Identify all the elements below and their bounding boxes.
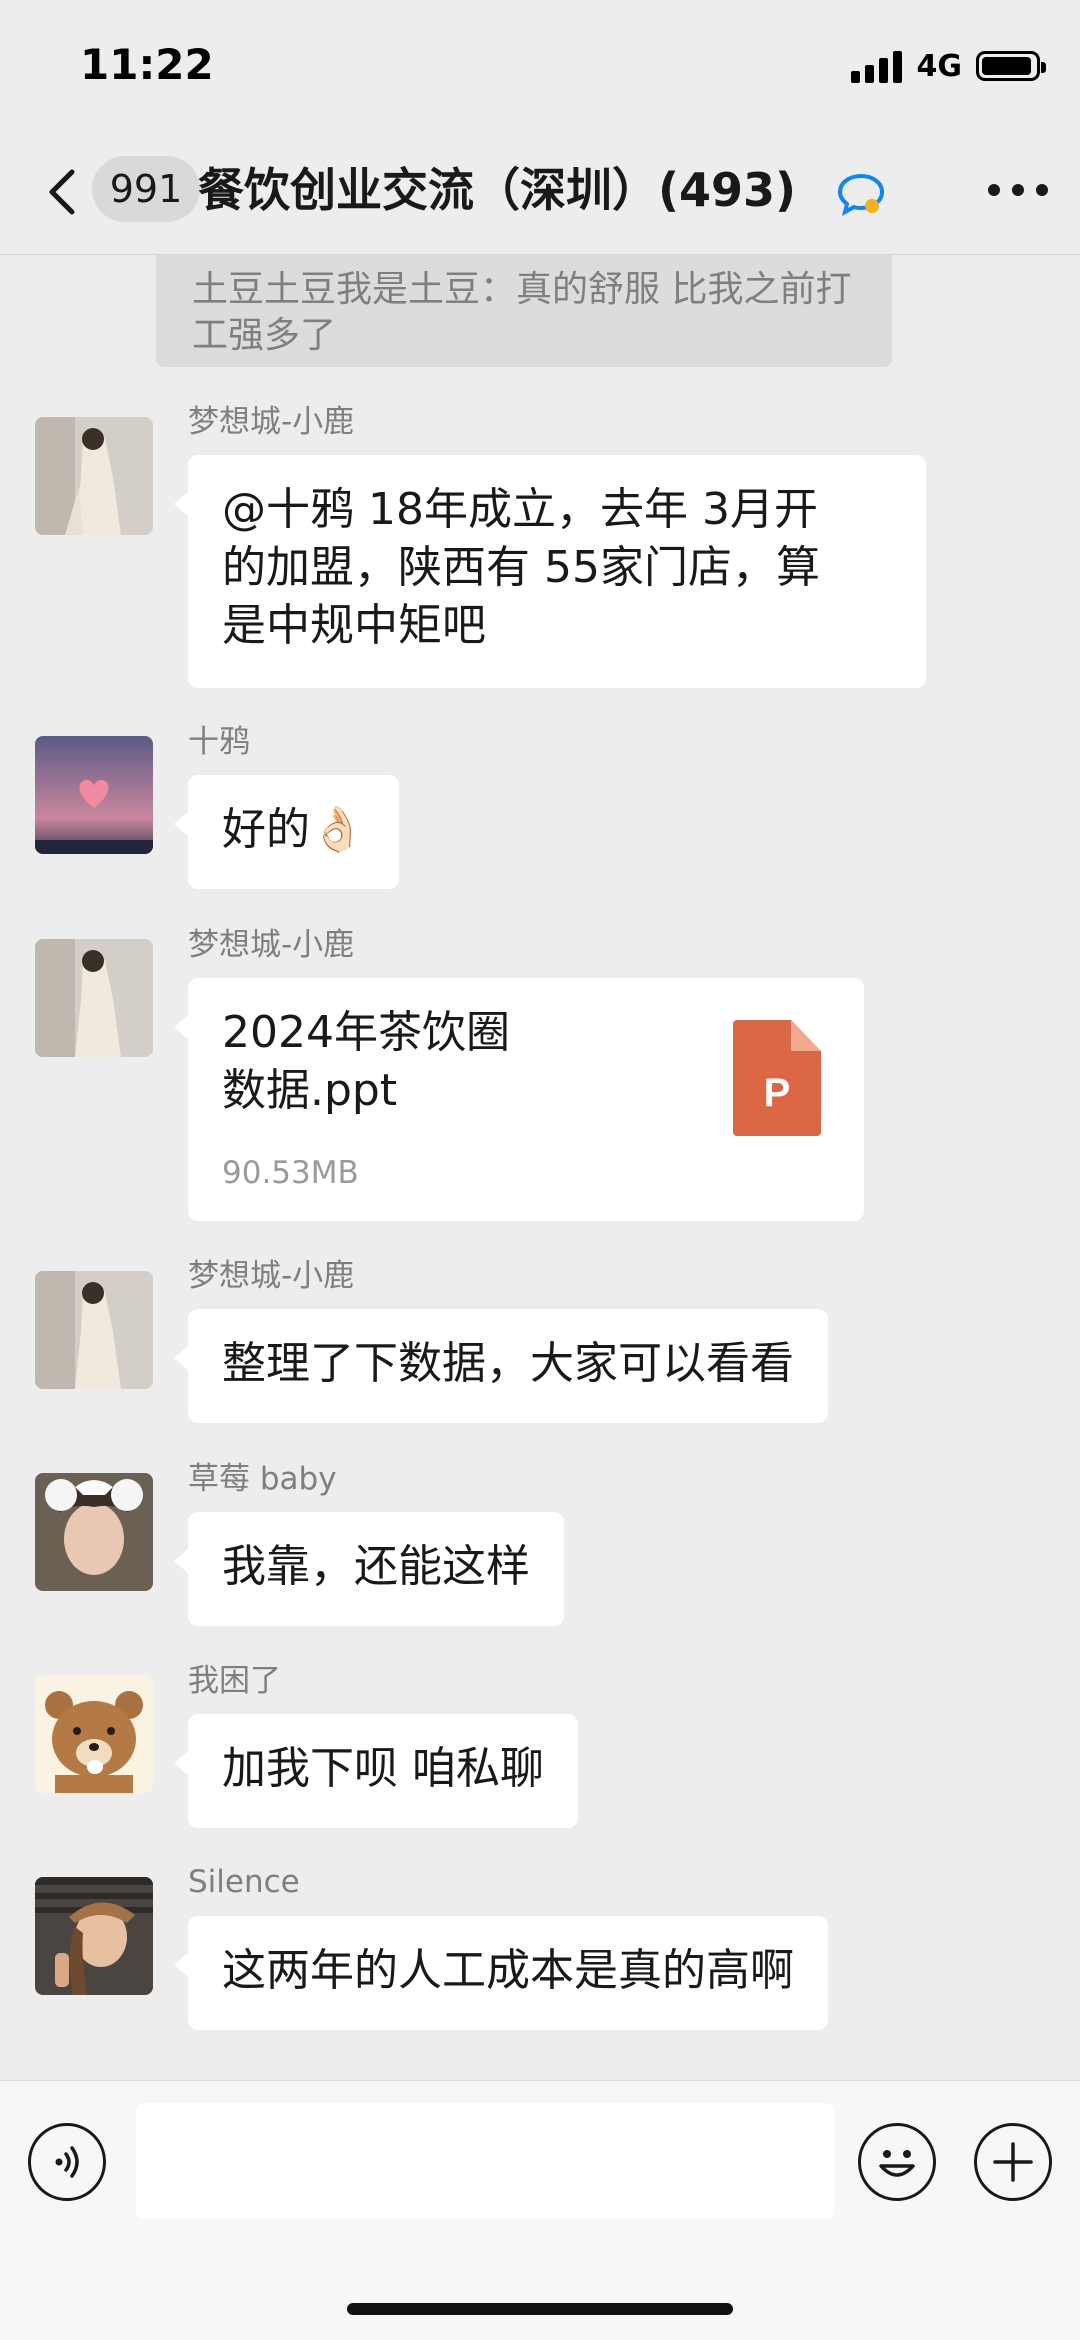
message-bubble[interactable]: 这两年的人工成本是真的高啊 [174, 1916, 828, 2030]
signal-icon [850, 49, 903, 83]
avatar[interactable] [35, 1877, 153, 1995]
avatar[interactable] [35, 417, 153, 535]
file-size: 90.53MB [222, 1155, 359, 1191]
message-list[interactable]: 土豆土豆我是土豆：真的舒服 比我之前打工强多了 梦想城-小鹿 @十鸦 18年成立… [0, 255, 1080, 2080]
sender-name: 草莓 baby [188, 1461, 337, 1497]
avatar[interactable] [35, 1271, 153, 1389]
sender-name: 梦想城-小鹿 [188, 1258, 355, 1294]
sender-name: 梦想城-小鹿 [188, 404, 355, 440]
status-time: 11:22 [80, 40, 214, 89]
message-text: 好的 [222, 804, 310, 855]
message-bubble[interactable]: @十鸦 18年成立，去年 3月开 的加盟，陕西有 55家门店，算 是中规中矩吧 [174, 455, 926, 688]
group-chat-icon[interactable] [836, 172, 886, 216]
message-bubble[interactable]: 整理了下数据，大家可以看看 [174, 1309, 828, 1423]
home-indicator[interactable] [347, 2303, 733, 2315]
more-functions-button[interactable] [974, 2123, 1052, 2201]
sender-name: Silence [188, 1864, 300, 1900]
battery-icon [976, 51, 1046, 81]
battery-fill [982, 57, 1032, 75]
message-line: 的加盟，陕西有 55家门店，算 [222, 542, 820, 593]
sender-name: 我困了 [188, 1663, 281, 1699]
status-bar: 11:22 4G [0, 0, 1080, 130]
message-bubble[interactable]: 我靠，还能这样 [174, 1512, 564, 1626]
message-line: 是中规中矩吧 [222, 600, 486, 651]
file-name: 2024年茶饮圈 数据.ppt [222, 1004, 692, 1120]
message-input[interactable] [136, 2103, 834, 2219]
avatar[interactable] [35, 1473, 153, 1591]
voice-button[interactable] [28, 2123, 106, 2201]
network-type: 4G [916, 48, 963, 84]
chat-title[interactable]: 餐饮创业交流（深圳）(493) [198, 158, 796, 222]
emoji-icon [879, 2150, 915, 2177]
ok-hand-emoji: 👌🏻 [310, 804, 365, 855]
quoted-message[interactable]: 土豆土豆我是土豆：真的舒服 比我之前打工强多了 [156, 255, 892, 367]
avatar[interactable] [35, 939, 153, 1057]
plus-icon [993, 2142, 1033, 2182]
status-icons: 4G [850, 46, 1046, 86]
avatar[interactable] [35, 1675, 153, 1793]
ppt-file-icon: P [733, 1020, 821, 1136]
sender-name: 梦想城-小鹿 [188, 927, 355, 963]
file-message-card[interactable]: 2024年茶饮圈 数据.ppt 90.53MB P [174, 978, 864, 1221]
emoji-button[interactable] [858, 2123, 936, 2201]
back-icon[interactable] [36, 160, 92, 224]
sender-name: 十鸦 [188, 724, 250, 760]
chat-header: 991 餐饮创业交流（深圳）(493) [0, 130, 1080, 255]
unread-count-badge[interactable]: 991 [92, 156, 200, 222]
message-line: @十鸦 18年成立，去年 3月开 [222, 484, 818, 535]
ppt-icon-letter: P [763, 1071, 791, 1115]
file-name-line: 2024年茶饮圈 [222, 1007, 510, 1058]
file-name-line: 数据.ppt [222, 1065, 398, 1116]
input-bar [0, 2080, 1080, 2340]
message-bubble[interactable]: 加我下呗 咱私聊 [174, 1714, 578, 1828]
voice-icon [55, 2146, 79, 2178]
message-bubble[interactable]: 好的👌🏻 [174, 775, 399, 889]
avatar[interactable] [35, 736, 153, 854]
more-icon[interactable] [988, 178, 1048, 202]
